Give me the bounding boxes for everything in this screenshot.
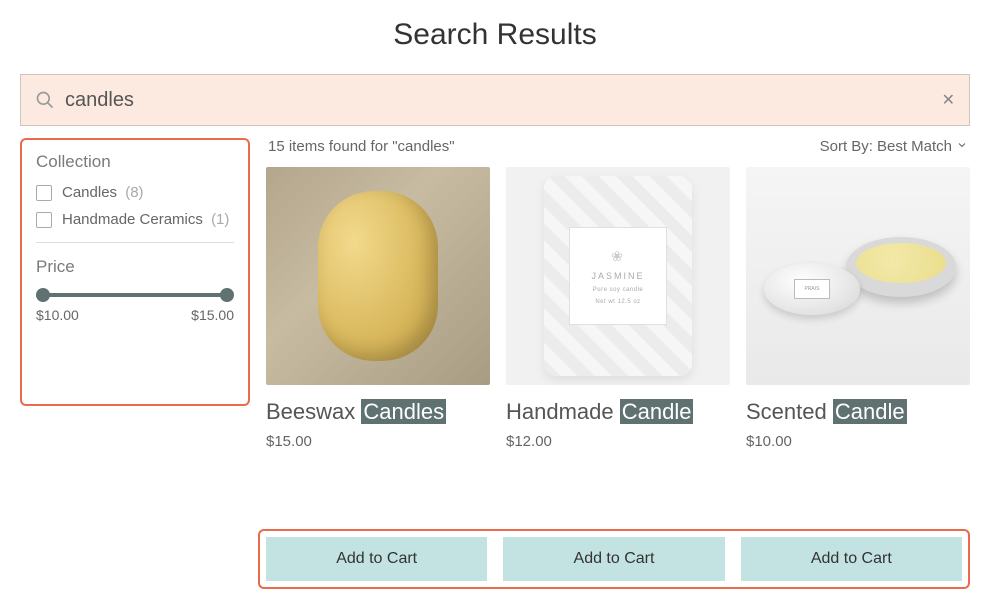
chevron-down-icon: [956, 138, 968, 155]
search-highlight: Candles: [361, 399, 446, 424]
filter-label: Candles: [62, 184, 117, 201]
results-main: 15 items found for "candles" Sort By: Be…: [266, 138, 970, 450]
clear-icon[interactable]: ✕: [942, 90, 955, 110]
filter-heading-price: Price: [36, 257, 234, 277]
filter-count: [205, 211, 209, 228]
search-input[interactable]: [65, 89, 942, 112]
search-bar[interactable]: ✕: [20, 74, 970, 126]
sort-value: Best Match: [877, 138, 952, 155]
search-highlight: Candle: [833, 399, 907, 424]
price-slider[interactable]: $10.00 $15.00: [36, 293, 234, 323]
price-min-label: $10.00: [36, 307, 79, 323]
page-title: Search Results: [20, 18, 970, 52]
product-price: $10.00: [746, 433, 970, 450]
checkbox-icon[interactable]: [36, 185, 52, 201]
filter-sidebar: Collection Candles (8) Handmade Ceramics…: [20, 138, 250, 406]
sort-label: Sort By:: [820, 138, 873, 155]
product-image[interactable]: [266, 167, 490, 385]
add-to-cart-button[interactable]: Add to Cart: [741, 537, 962, 581]
product-name: Beeswax Candles: [266, 399, 490, 425]
add-to-cart-row: Add to Cart Add to Cart Add to Cart: [258, 529, 970, 589]
product-card[interactable]: PRAIS Scented Candle $10.00: [746, 167, 970, 450]
price-max-label: $15.00: [191, 307, 234, 323]
sort-by-dropdown[interactable]: Sort By: Best Match: [820, 138, 968, 155]
product-image[interactable]: ❀ JASMINE Pure soy candle Net wt 12.5 oz: [506, 167, 730, 385]
product-card[interactable]: Beeswax Candles $15.00: [266, 167, 490, 450]
slider-handle-max[interactable]: [220, 288, 234, 302]
slider-handle-min[interactable]: [36, 288, 50, 302]
checkbox-icon[interactable]: [36, 212, 52, 228]
filter-label: Handmade Ceramics: [62, 211, 203, 228]
product-card[interactable]: ❀ JASMINE Pure soy candle Net wt 12.5 oz…: [506, 167, 730, 450]
leaf-icon: ❀: [611, 248, 625, 265]
results-count: 15 items found for "candles": [268, 138, 455, 155]
product-price: $12.00: [506, 433, 730, 450]
product-name: Scented Candle: [746, 399, 970, 425]
filter-heading-collection: Collection: [36, 152, 234, 172]
product-price: $15.00: [266, 433, 490, 450]
add-to-cart-button[interactable]: Add to Cart: [503, 537, 724, 581]
add-to-cart-button[interactable]: Add to Cart: [266, 537, 487, 581]
filter-count: [119, 184, 123, 201]
filter-option-candles[interactable]: Candles (8): [36, 184, 234, 201]
divider: [36, 242, 234, 243]
search-highlight: Candle: [620, 399, 694, 424]
search-icon: [35, 90, 55, 110]
product-name: Handmade Candle: [506, 399, 730, 425]
product-image[interactable]: PRAIS: [746, 167, 970, 385]
filter-option-ceramics[interactable]: Handmade Ceramics (1): [36, 211, 234, 228]
